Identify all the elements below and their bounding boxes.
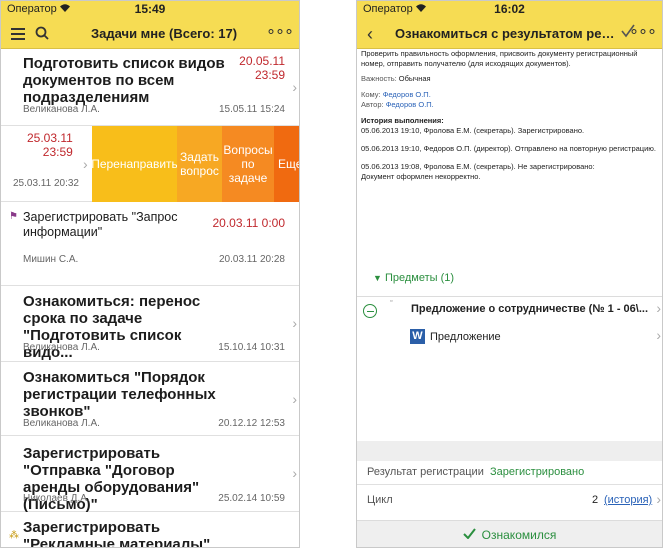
result-row: Результат регистрации Зарегистрировано <box>357 461 662 485</box>
author-row: Автор: Федоров О.П. <box>361 100 658 110</box>
due-date-value: 20.05.11 <box>239 54 285 68</box>
more-action-button[interactable]: Еще <box>274 126 299 202</box>
task-author: Великанова Л.А. <box>23 342 100 353</box>
due-time-value: 23:59 <box>254 68 285 82</box>
check-icon <box>462 528 476 542</box>
history-link[interactable]: (история) <box>604 494 652 506</box>
chevron-right-icon: › <box>656 491 661 507</box>
page-title: Ознакомиться с результатом регистрации <box>395 26 617 41</box>
ask-question-action-button[interactable]: Задать вопрос <box>177 126 222 202</box>
forward-action-button[interactable]: Перенаправить <box>91 126 178 202</box>
history-entry: Документ оформлен некорректно. <box>361 172 481 181</box>
subjects-label: Предметы (1) <box>384 272 455 284</box>
importance-value: Обычная <box>398 74 431 83</box>
dot-icon: ▫ <box>390 298 393 305</box>
task-author: Великанова Л.А. <box>23 418 100 429</box>
subject-title: Предложение о сотрудничестве (№ 1 - 06\.… <box>411 303 649 315</box>
task-date: 15.10.14 10:31 <box>218 342 285 353</box>
cycle-value: 2 <box>592 494 599 506</box>
back-icon[interactable]: ‹ <box>367 24 373 45</box>
due-date: 20.05.11 23:59 <box>239 54 285 82</box>
chevron-right-icon: › <box>292 79 297 95</box>
collapse-icon[interactable] <box>363 304 377 318</box>
to-link[interactable]: Федоров О.П. <box>383 90 431 99</box>
task-title: Зарегистрировать "Рекламные материалы" <box>23 519 211 548</box>
priority-icon: ⁂ <box>9 530 19 541</box>
more-icon[interactable]: ∘∘∘ <box>629 21 657 41</box>
due-date-value: 25.03.11 <box>27 131 73 145</box>
chevron-right-icon: › <box>656 327 661 343</box>
file-name[interactable]: Предложение <box>430 331 501 343</box>
task-date: 20.03.11 20:28 <box>219 254 285 265</box>
history-entry: 05.06.2013 19:10, Фролова Е.М. (секретар… <box>361 126 585 135</box>
history-entry: 05.06.2013 19:10, Федоров О.П. (директор… <box>361 144 656 153</box>
list-item[interactable]: Зарегистрировать "Отправка "Договор арен… <box>1 437 299 513</box>
task-date: 15.05.11 15:24 <box>219 104 285 115</box>
list-item[interactable]: ⚑ Зарегистрировать "Запрос информации" 2… <box>1 202 299 286</box>
search-icon[interactable] <box>35 26 49 40</box>
task-description: Проверить правильность оформления, присв… <box>361 49 638 68</box>
due-time-value: 23:59 <box>42 145 73 159</box>
importance-row: Важность: Обычная <box>361 74 658 84</box>
author-link[interactable]: Федоров О.П. <box>386 100 434 109</box>
history-title: История выполнения: <box>361 116 444 125</box>
word-document-icon: W <box>410 329 425 344</box>
task-author: Мишин С.А. <box>23 254 79 265</box>
to-label: Кому: <box>361 90 381 99</box>
task-list-screen: Оператор 15:49 Задачи мне (Всего: 17) ∘∘… <box>0 0 300 548</box>
chevron-right-icon: › <box>292 465 297 481</box>
menu-icon[interactable] <box>11 27 25 40</box>
list-item[interactable]: Подготовить список видов документов по в… <box>1 49 299 126</box>
result-value: Зарегистрировано <box>490 466 585 478</box>
chevron-right-icon: › <box>292 391 297 407</box>
due-date: 25.03.11 23:59 <box>27 131 73 159</box>
task-date: 25.03.11 20:32 <box>13 178 79 189</box>
header: Задачи мне (Всего: 17) ∘∘∘ <box>1 17 299 49</box>
status-bar: Оператор 15:49 <box>1 1 299 17</box>
header: ‹ Ознакомиться с результатом регистрации… <box>357 17 662 49</box>
task-date: 20.12.12 12:53 <box>218 418 285 429</box>
task-author: Николаев Д.А. <box>23 493 90 504</box>
clock: 16:02 <box>494 2 525 16</box>
author-label: Автор: <box>361 100 384 109</box>
page-title: Задачи мне (Всего: 17) <box>91 26 238 41</box>
cycle-label: Цикл <box>367 494 393 506</box>
task-questions-action-button[interactable]: Вопросы по задаче <box>222 126 274 202</box>
more-icon[interactable]: ∘∘∘ <box>266 21 294 41</box>
task-title: Ознакомиться "Порядок регистрации телефо… <box>23 369 216 420</box>
subjects-toggle[interactable]: ▼ Предметы (1) <box>373 272 454 284</box>
task-author: Великанова Л.А. <box>23 104 100 115</box>
subject-item[interactable]: ▫ Предложение о сотрудничестве (№ 1 - 06… <box>357 296 662 356</box>
importance-label: Важность: <box>361 74 397 83</box>
history-entry: 05.06.2013 19:08, Фролова Е.М. (секретар… <box>361 162 595 171</box>
acknowledge-label: Ознакомился <box>481 528 557 542</box>
due-date: 20.03.11 0:00 <box>212 216 285 230</box>
swiped-list-item[interactable]: 25.03.11 23:59 25.03.11 20:32 › Перенапр… <box>1 126 299 202</box>
status-bar: Оператор 16:02 <box>357 1 662 17</box>
triangle-down-icon: ▼ <box>373 273 382 283</box>
task-title: Подготовить список видов документов по в… <box>23 55 225 106</box>
chevron-right-icon: › <box>292 315 297 331</box>
task-date: 25.02.14 10:59 <box>218 493 285 504</box>
list-item[interactable]: ⁂ Зарегистрировать "Рекламные материалы" <box>1 513 299 548</box>
flag-icon: ⚑ <box>9 211 18 222</box>
task-detail-screen: Оператор 16:02 ‹ Ознакомиться с результа… <box>356 0 663 548</box>
separator <box>357 441 662 461</box>
acknowledge-button[interactable]: Ознакомился <box>357 520 662 547</box>
cycle-row: Цикл 2 (история) › <box>357 488 662 514</box>
list-item[interactable]: Ознакомиться: перенос срока по задаче "П… <box>1 287 299 362</box>
to-row: Кому: Федоров О.П. <box>361 90 658 100</box>
task-details: Проверить правильность оформления, присв… <box>357 49 662 182</box>
result-label: Результат регистрации <box>367 466 484 478</box>
task-title: Зарегистрировать "Запрос информации" <box>23 210 178 239</box>
clock: 15:49 <box>134 2 166 16</box>
list-item[interactable]: Ознакомиться "Порядок регистрации телефо… <box>1 363 299 436</box>
chevron-right-icon: › <box>656 300 661 316</box>
